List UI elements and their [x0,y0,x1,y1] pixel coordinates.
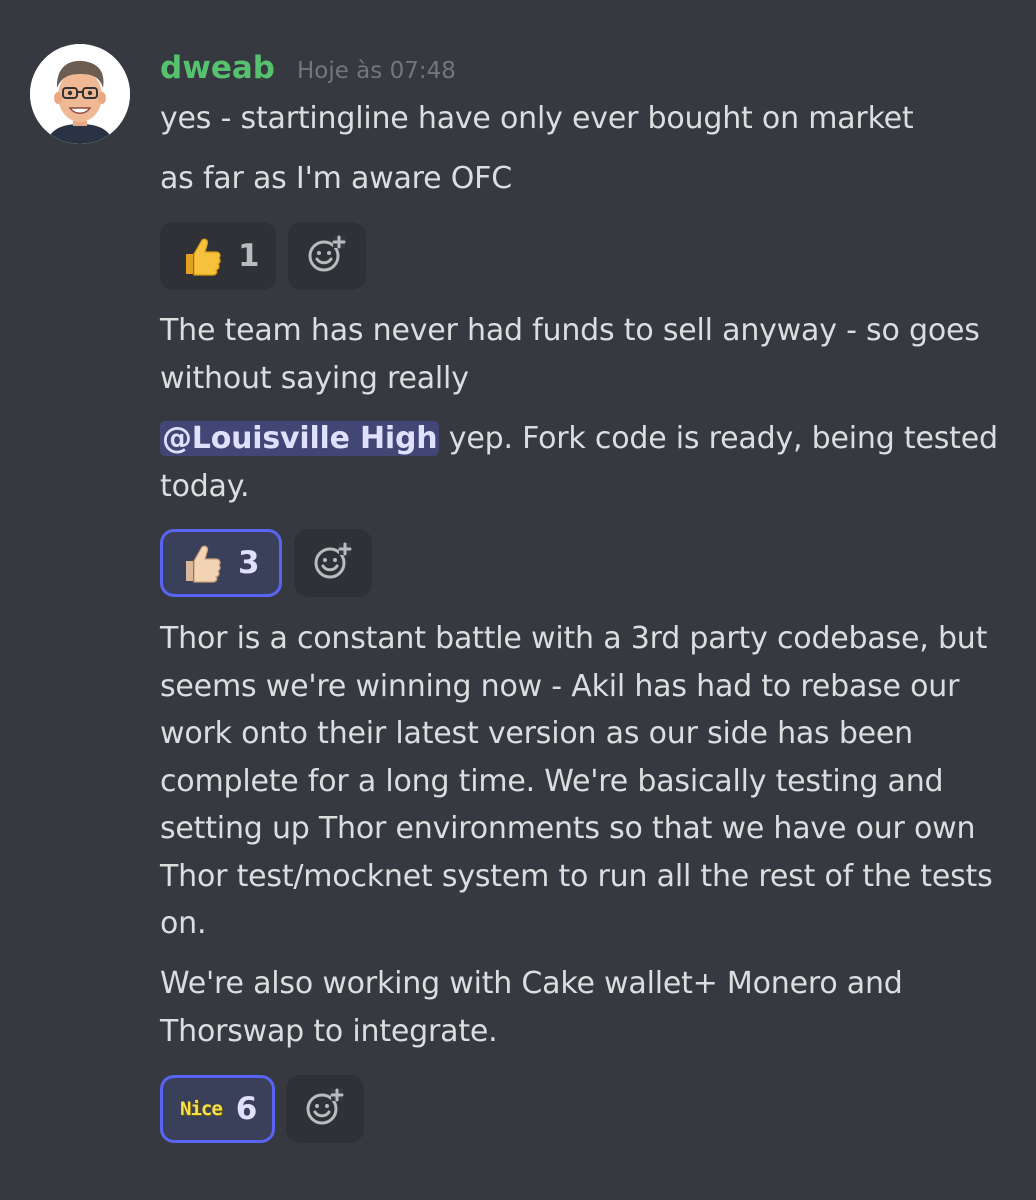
nice-emoji-icon: Nice [180,1098,223,1120]
reaction-thumbs-up[interactable]: 1 [160,222,276,290]
user-mention[interactable]: @Louisville High [160,421,440,456]
message-text-with-mention: @Louisville High yep. Fork code is ready… [160,415,1020,510]
reaction-thumbs-up-light[interactable]: 3 [160,529,282,597]
reaction-count: 6 [235,1091,258,1127]
reaction-count: 3 [238,545,260,581]
thumbs-up-light-skin-icon [180,541,224,585]
reaction-nice[interactable]: Nice 6 [160,1075,275,1143]
username[interactable]: dweab [160,50,275,86]
add-reaction-button[interactable] [288,222,366,290]
message-text: as far as I'm aware OFC [160,161,512,196]
add-reaction-icon [305,1087,345,1131]
reaction-count: 1 [238,238,260,274]
message-text: Thor is a constant battle with a 3rd par… [160,621,993,941]
avatar-face-icon [30,44,130,144]
thumbs-up-yellow-icon [180,234,224,278]
message-text: We're also working with Cake wallet+ Mon… [160,966,903,1049]
message-text: yes - startingline have only ever bought… [160,101,914,136]
add-reaction-button[interactable] [294,529,372,597]
message-text: The team has never had funds to sell any… [160,313,980,396]
message-header: dweab Hoje às 07:48 [160,50,456,94]
add-reaction-button[interactable] [286,1075,364,1143]
timestamp: Hoje às 07:48 [296,58,456,84]
add-reaction-icon [307,234,347,278]
add-reaction-icon [313,541,353,585]
avatar[interactable] [30,44,130,144]
